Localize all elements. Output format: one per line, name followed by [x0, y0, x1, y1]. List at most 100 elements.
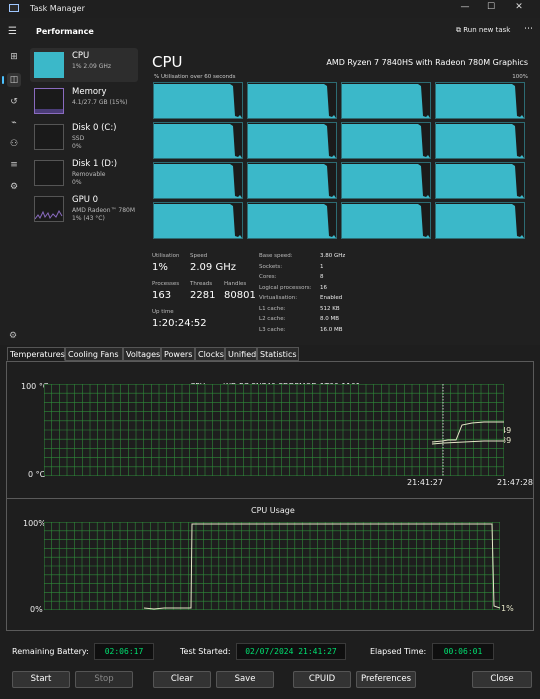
spec-key: L3 cache: — [259, 326, 286, 333]
run-new-task-button[interactable]: ⧉ Run new task — [456, 26, 510, 35]
battery-label: Remaining Battery: — [12, 647, 89, 656]
core-usage-area — [248, 204, 336, 238]
core-usage-area — [154, 204, 242, 238]
device-sub: 4.1/27.7 GB (15%) — [72, 99, 128, 106]
users-icon[interactable]: ⚇ — [7, 137, 21, 151]
tab-unified[interactable]: Unified — [225, 347, 257, 361]
gpu-sparkline — [35, 209, 63, 220]
utilisation-value: 1% — [152, 262, 168, 273]
core-usage-area — [154, 84, 242, 118]
core-graph — [247, 82, 337, 119]
device-sub: 1% 2.09 GHz — [72, 63, 112, 70]
temp-axis-bottom: 0 °C — [28, 470, 46, 479]
disk-1-thumbnail — [34, 160, 64, 186]
core-graph — [341, 202, 431, 239]
spec-key: Virtualisation: — [259, 295, 298, 301]
spec-key: Base speed: — [259, 253, 293, 259]
device-disk-1[interactable]: Disk 1 (D:) Removable 0% — [30, 156, 138, 190]
charts-panel: ✓CPU ✓WD PC SN740 SDDPMQD-1T00-1101 100 … — [6, 361, 534, 631]
gpu-thumbnail — [34, 196, 64, 222]
services-icon[interactable]: ⚙ — [7, 180, 21, 194]
close-button[interactable]: Close — [472, 671, 532, 688]
cpu-panel: CPU AMD Ryzen 7 7840HS with Radeon 780M … — [148, 48, 538, 344]
handles-value: 80801 — [224, 290, 256, 301]
run-task-label: Run new task — [463, 26, 511, 34]
tab-cooling-fans[interactable]: Cooling Fans — [65, 347, 123, 361]
utilisation-caption: % Utilisation over 60 seconds — [154, 74, 236, 80]
task-manager-window: Task Manager — ☐ ✕ ☰ Performance ⧉ Run n… — [0, 0, 540, 345]
core-usage-area — [248, 164, 336, 198]
spec-value: Enabled — [320, 295, 343, 301]
tab-statistics[interactable]: Statistics — [257, 347, 299, 361]
core-graph — [247, 122, 337, 159]
core-graph — [435, 202, 525, 239]
maximize-icon[interactable]: ☐ — [484, 2, 498, 12]
tab-clocks[interactable]: Clocks — [195, 347, 225, 361]
usage-axis-top: 100% — [23, 519, 46, 528]
close-window-icon[interactable]: ✕ — [512, 2, 526, 12]
core-graph — [247, 162, 337, 199]
startup-apps-icon[interactable]: ⌁ — [7, 116, 21, 130]
more-options-icon[interactable]: ⋯ — [524, 24, 533, 34]
spec-value: 8.0 MB — [320, 316, 340, 322]
core-usage-area — [436, 164, 524, 198]
core-usage-area — [342, 204, 430, 238]
save-button[interactable]: Save — [216, 671, 274, 688]
processes-icon[interactable]: ⊞ — [7, 50, 21, 64]
spec-value: 8 — [320, 274, 324, 280]
elapsed-label: Elapsed Time: — [370, 647, 427, 656]
spec-value: 3.80 GHz — [320, 253, 346, 259]
tab-temperatures[interactable]: Temperatures — [7, 347, 65, 361]
time-start: 21:41:27 — [407, 478, 443, 487]
spec-key: Logical processors: — [259, 284, 312, 291]
elapsed-field: 00:06:01 — [432, 643, 494, 660]
core-graph — [435, 122, 525, 159]
device-cpu[interactable]: CPU 1% 2.09 GHz — [30, 48, 138, 82]
started-label: Test Started: — [180, 647, 231, 656]
cpuid-button[interactable]: CPUID — [293, 671, 351, 688]
tab-powers[interactable]: Powers — [161, 347, 195, 361]
spec-key: L1 cache: — [259, 305, 286, 312]
device-disk-0[interactable]: Disk 0 (C:) SSD 0% — [30, 120, 138, 154]
performance-icon[interactable]: ◫ — [2, 73, 21, 87]
disk-0-thumbnail — [34, 124, 64, 150]
device-name: Disk 0 (C:) — [72, 123, 117, 133]
cpu-thumbnail — [34, 52, 64, 78]
cpu-model: AMD Ryzen 7 7840HS with Radeon 780M Grap… — [326, 58, 528, 67]
start-button[interactable]: Start — [12, 671, 70, 688]
core-usage-area — [436, 84, 524, 118]
core-graph — [341, 162, 431, 199]
device-memory[interactable]: Memory 4.1/27.7 GB (15%) — [30, 84, 138, 118]
clear-button[interactable]: Clear — [153, 671, 211, 688]
device-gpu-0[interactable]: GPU 0 AMD Radeon™ 780M 1% (43 °C) — [30, 192, 138, 226]
device-sub: SSD 0% — [72, 135, 85, 150]
window-title: Task Manager — [30, 4, 85, 13]
preferences-button[interactable]: Preferences — [356, 671, 416, 688]
started-field: 02/07/2024 21:41:27 — [236, 643, 346, 660]
cpu-stats: Utilisation 1% Speed 2.09 GHz Processes … — [152, 253, 532, 343]
page-title: Performance — [36, 27, 94, 36]
stop-button[interactable]: Stop — [75, 671, 133, 688]
time-end: 21:47:28 — [497, 478, 533, 487]
monitor-window: Temperatures Cooling Fans Voltages Powers Cl… — [0, 345, 540, 699]
spec-key: L2 cache: — [259, 316, 286, 322]
device-sub: AMD Radeon™ 780M 1% (43 °C) — [72, 207, 136, 222]
spec-key: Cores: — [259, 274, 277, 280]
core-usage-area — [248, 124, 336, 158]
usage-value: 1% — [501, 604, 514, 613]
minimize-icon[interactable]: — — [458, 2, 472, 12]
header: ☰ Performance ⧉ Run new task ⋯ — [0, 18, 540, 46]
core-graph — [153, 122, 243, 159]
temperature-chart — [44, 384, 504, 476]
device-name: Memory — [72, 87, 107, 97]
details-icon[interactable]: ≡ — [7, 158, 21, 172]
tab-voltages[interactable]: Voltages — [123, 347, 161, 361]
handles-label: Handles — [224, 281, 247, 287]
core-usage-area — [342, 164, 430, 198]
core-usage-area — [154, 164, 242, 198]
task-manager-icon — [9, 4, 19, 12]
app-history-icon[interactable]: ↺ — [7, 95, 21, 109]
core-usage-area — [248, 84, 336, 118]
hamburger-menu-icon[interactable]: ☰ — [8, 26, 17, 37]
settings-icon[interactable]: ⚙ — [9, 331, 17, 341]
